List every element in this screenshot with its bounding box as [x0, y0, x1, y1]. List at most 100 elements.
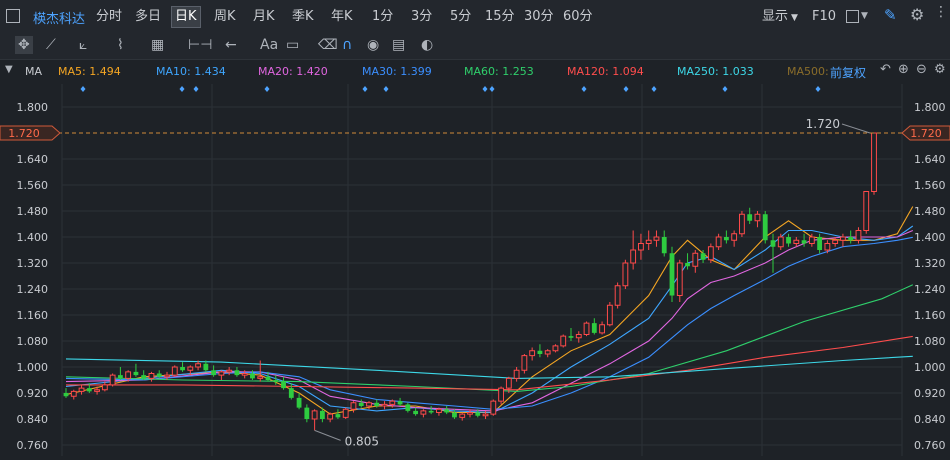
tab-period-4[interactable]: 月K [253, 7, 275, 27]
candle-body-up [575, 334, 582, 339]
arrow-left-icon[interactable]: ← [225, 36, 237, 54]
ma-label[interactable]: MA [25, 65, 42, 78]
candle-body-up [606, 304, 613, 326]
candle-body-down [661, 237, 667, 254]
y-tick-left: 1.800 [17, 101, 49, 114]
range-tool-icon[interactable]: ⊢⊣ [188, 36, 212, 54]
candle-body-down [288, 388, 294, 398]
event-marker-2 [193, 86, 199, 92]
candle-body-up [840, 236, 846, 241]
remove-icon[interactable]: ⊖ [916, 62, 927, 77]
tab-period-1[interactable]: 多日 [135, 7, 161, 27]
trash-icon[interactable]: ▤ [392, 36, 405, 54]
gear-icon[interactable]: ⚙ [910, 5, 924, 24]
crosshair-icon[interactable]: ✥ [15, 36, 33, 54]
y-tick-left: 1.640 [17, 153, 49, 166]
event-marker-8 [581, 86, 587, 92]
y-tick-left: 0.840 [17, 413, 49, 426]
candle-body-down [250, 373, 255, 379]
tab-period-7[interactable]: 1分 [372, 7, 393, 27]
tab-period-10[interactable]: 15分 [485, 7, 515, 27]
settings-icon[interactable]: ⚙ [934, 62, 946, 77]
f10-button[interactable]: F10 [812, 7, 836, 27]
ma250-value: MA250: 1.033 [677, 65, 754, 78]
candle-body-up [692, 252, 699, 267]
y-axis-left: 1.800 1.640 1.560 1.480 1.400 1.320 1.240 1.160… [17, 101, 49, 452]
kline-chart[interactable]: 1.800 1.640 1.560 1.480 1.400 1.320 1.240 1.160… [0, 84, 950, 456]
candle-body-up [583, 322, 590, 335]
line-tool-icon[interactable]: ⟋ [46, 36, 56, 54]
tab-period-8[interactable]: 3分 [411, 7, 432, 27]
candle-body-up [482, 413, 489, 417]
fib-tool-icon[interactable]: ▦ [151, 36, 164, 54]
y-tick-right: 1.640 [914, 153, 946, 166]
candle-body-up [863, 191, 870, 231]
candle-body-down [405, 404, 411, 411]
chevron-down-icon[interactable]: ▼ [861, 11, 868, 21]
candle-body-up [871, 132, 877, 192]
event-marker-10 [651, 86, 657, 92]
add-icon[interactable]: ⊕ [898, 62, 909, 77]
display-menu[interactable]: 显示 ▼ [762, 7, 798, 27]
adjust-label[interactable]: 前复权 [830, 64, 866, 81]
checkbox-icon[interactable] [846, 10, 859, 23]
magnet-icon[interactable]: ∩ [342, 36, 352, 54]
chevron-down-icon: ▼ [791, 13, 798, 23]
candle-body-up [505, 377, 512, 389]
candle-body-down [475, 412, 481, 416]
candle-body-up [350, 402, 357, 410]
candle-body-down [568, 336, 574, 338]
candle-body-down [786, 237, 791, 244]
y-tick-right: 1.400 [914, 231, 946, 244]
candle-body-up [529, 350, 536, 357]
candle-body-up [614, 285, 621, 306]
event-marker-12 [815, 86, 821, 92]
y-tick-right: 1.800 [914, 101, 946, 114]
candle-body-down [591, 323, 597, 333]
candle-body-down [747, 214, 753, 221]
tab-period-0[interactable]: 分时 [96, 7, 122, 27]
candle-body-down [537, 350, 543, 354]
candle-body-up [366, 402, 372, 407]
eye-icon[interactable]: ◉ [367, 36, 379, 54]
sidebar-toggle-icon[interactable] [6, 9, 20, 23]
y-tick-right: 1.320 [914, 257, 946, 270]
wave-tool-icon[interactable]: ⌇ [117, 36, 124, 54]
candle-body-up [676, 262, 683, 296]
candle-body-down [762, 214, 768, 241]
tab-period-6[interactable]: 年K [331, 7, 353, 27]
event-marker-9 [623, 86, 629, 92]
eraser-icon[interactable]: ⌫ [318, 36, 338, 54]
candle-body-down [180, 367, 185, 371]
tab-period-2[interactable]: 日K [171, 6, 201, 28]
tab-period-12[interactable]: 60分 [563, 7, 593, 27]
stock-name[interactable]: 楧杰科达 [33, 8, 85, 27]
high-label: 1.720 [806, 117, 840, 131]
toggle-icon[interactable]: ◐ [421, 36, 433, 54]
tab-period-11[interactable]: 30分 [524, 7, 554, 27]
undo-icon[interactable]: ↶ [880, 62, 891, 77]
candle-body-down [156, 373, 162, 377]
candle-body-up [436, 408, 442, 413]
tab-period-5[interactable]: 季K [292, 7, 314, 27]
ma60-value: MA60: 1.253 [464, 65, 534, 78]
candle-body-down [63, 393, 69, 397]
candle-body-up [125, 371, 132, 379]
ray-tool-icon[interactable]: ⟀ [79, 36, 87, 54]
comment-icon[interactable]: ▭ [286, 36, 299, 54]
pen-icon[interactable]: ✎ [884, 6, 897, 24]
tab-period-9[interactable]: 5分 [450, 7, 471, 27]
candle-body-down [304, 407, 310, 419]
candle-body-up [777, 236, 784, 248]
y-tick-right: 0.840 [914, 413, 946, 426]
candle-body-up [793, 239, 800, 244]
tab-period-3[interactable]: 周K [214, 7, 236, 27]
more-icon[interactable]: ⋮ [934, 4, 948, 20]
candle-body-down [669, 253, 675, 296]
candle-body-up [754, 213, 761, 222]
candle-body-down [428, 410, 434, 413]
text-tool[interactable]: Aa [260, 36, 278, 54]
collapse-icon[interactable]: ▼ [5, 64, 13, 75]
event-marker-5 [383, 86, 389, 92]
candle-body-up [459, 413, 466, 418]
